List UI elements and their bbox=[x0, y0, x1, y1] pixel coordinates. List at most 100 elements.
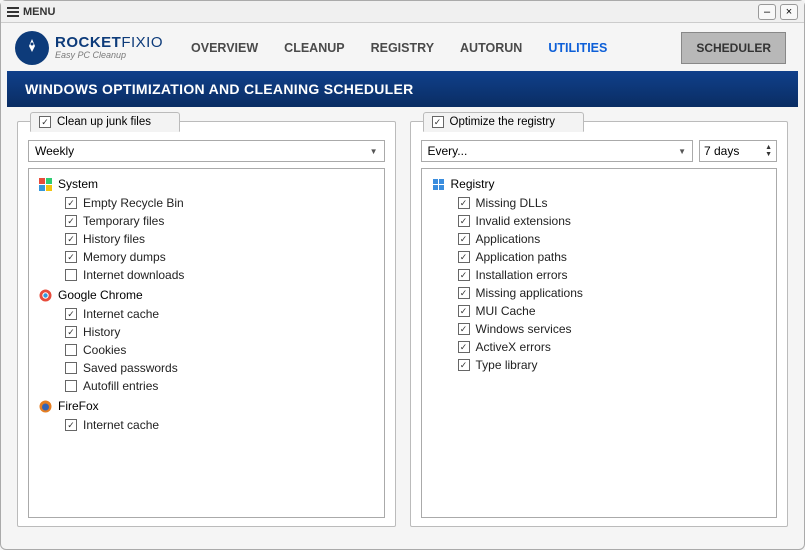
tree-item[interactable]: Internet cache bbox=[39, 416, 378, 434]
registry-tree[interactable]: Registry Missing DLLs Invalid extensions Ap… bbox=[421, 168, 778, 518]
tree-item[interactable]: Saved passwords bbox=[39, 359, 378, 377]
nav-overview[interactable]: OVERVIEW bbox=[191, 41, 258, 55]
tree-group-label: System bbox=[58, 177, 98, 191]
tree-item[interactable]: Autofill entries bbox=[39, 377, 378, 395]
tree-item-label: Internet cache bbox=[83, 418, 159, 432]
tree-item-checkbox[interactable] bbox=[65, 344, 77, 356]
tree-item[interactable]: Internet cache bbox=[39, 305, 378, 323]
registry-icon bbox=[432, 178, 445, 191]
tree-item-checkbox[interactable] bbox=[65, 197, 77, 209]
nav-utilities[interactable]: UTILITIES bbox=[548, 41, 607, 55]
registry-panel-tab[interactable]: Optimize the registry bbox=[423, 112, 584, 132]
tree-item-checkbox[interactable] bbox=[458, 341, 470, 353]
tree-item[interactable]: ActiveX errors bbox=[432, 338, 771, 356]
tree-item[interactable]: Invalid extensions bbox=[432, 212, 771, 230]
tree-item[interactable]: Temporary files bbox=[39, 212, 378, 230]
nav-cleanup[interactable]: CLEANUP bbox=[284, 41, 344, 55]
tree-item[interactable]: History bbox=[39, 323, 378, 341]
tree-item-checkbox[interactable] bbox=[458, 287, 470, 299]
banner-title: WINDOWS OPTIMIZATION AND CLEANING SCHEDU… bbox=[25, 81, 414, 97]
tree-group-header[interactable]: Registry bbox=[432, 177, 771, 191]
tree-item-checkbox[interactable] bbox=[458, 269, 470, 281]
nav-registry[interactable]: REGISTRY bbox=[371, 41, 434, 55]
tree-item-checkbox[interactable] bbox=[65, 326, 77, 338]
tree-item-label: Cookies bbox=[83, 343, 126, 357]
tree-item[interactable]: Installation errors bbox=[432, 266, 771, 284]
tree-item-checkbox[interactable] bbox=[65, 233, 77, 245]
tree-item[interactable]: Application paths bbox=[432, 248, 771, 266]
tree-group-header[interactable]: System bbox=[39, 177, 378, 191]
titlebar: MENU – × bbox=[1, 1, 804, 23]
tree-item-label: Memory dumps bbox=[83, 250, 166, 264]
tree-item-label: Invalid extensions bbox=[476, 214, 571, 228]
tree-item-checkbox[interactable] bbox=[458, 197, 470, 209]
tree-item-label: Type library bbox=[476, 358, 538, 372]
brand-tagline: Easy PC Cleanup bbox=[55, 51, 163, 60]
tree-item-checkbox[interactable] bbox=[458, 323, 470, 335]
registry-frequency-select[interactable]: Every... ▼ bbox=[421, 140, 694, 162]
menu-button[interactable]: MENU bbox=[7, 6, 55, 18]
registry-panel: Optimize the registry Every... ▼ 7 days … bbox=[410, 121, 789, 527]
registry-enable-checkbox[interactable] bbox=[432, 116, 444, 128]
scheduler-button[interactable]: SCHEDULER bbox=[681, 32, 786, 64]
firefox-icon bbox=[39, 400, 52, 413]
tree-group-header[interactable]: Google Chrome bbox=[39, 288, 378, 302]
minimize-button[interactable]: – bbox=[758, 4, 776, 20]
nav-autorun[interactable]: AUTORUN bbox=[460, 41, 522, 55]
tree-item[interactable]: Type library bbox=[432, 356, 771, 374]
tree-item-checkbox[interactable] bbox=[65, 215, 77, 227]
tree-group: System Empty Recycle Bin Temporary files Hi… bbox=[39, 177, 378, 284]
window-controls: – × bbox=[758, 4, 798, 20]
close-button[interactable]: × bbox=[780, 4, 798, 20]
tree-item-label: Temporary files bbox=[83, 214, 164, 228]
brand-bold: ROCKET bbox=[55, 34, 121, 51]
cleanup-tree[interactable]: System Empty Recycle Bin Temporary files Hi… bbox=[28, 168, 385, 518]
tree-item[interactable]: Missing DLLs bbox=[432, 194, 771, 212]
tree-item-checkbox[interactable] bbox=[458, 215, 470, 227]
tree-item-checkbox[interactable] bbox=[65, 251, 77, 263]
tree-item-checkbox[interactable] bbox=[458, 233, 470, 245]
tree-item-label: Missing applications bbox=[476, 286, 583, 300]
tree-item-label: Empty Recycle Bin bbox=[83, 196, 184, 210]
cleanup-panel-tab[interactable]: Clean up junk files bbox=[30, 112, 180, 132]
chrome-icon bbox=[39, 289, 52, 302]
tree-item-label: MUI Cache bbox=[476, 304, 536, 318]
tree-item[interactable]: Internet downloads bbox=[39, 266, 378, 284]
tree-item[interactable]: Empty Recycle Bin bbox=[39, 194, 378, 212]
cleanup-frequency-value: Weekly bbox=[35, 144, 74, 158]
tree-item-checkbox[interactable] bbox=[65, 380, 77, 392]
registry-days-stepper[interactable]: 7 days ▲▼ bbox=[699, 140, 777, 162]
tree-item-label: Application paths bbox=[476, 250, 567, 264]
tree-item-checkbox[interactable] bbox=[65, 308, 77, 320]
stepper-arrows-icon[interactable]: ▲▼ bbox=[765, 144, 772, 158]
app-logo: ROCKETFIXIO Easy PC Cleanup bbox=[15, 31, 163, 65]
tree-item-checkbox[interactable] bbox=[65, 362, 77, 374]
registry-panel-title: Optimize the registry bbox=[450, 116, 555, 128]
cleanup-enable-checkbox[interactable] bbox=[39, 116, 51, 128]
tree-group: Google Chrome Internet cache History Cookie… bbox=[39, 288, 378, 395]
tree-item-label: Internet cache bbox=[83, 307, 159, 321]
tree-group-header[interactable]: FireFox bbox=[39, 399, 378, 413]
tree-item-checkbox[interactable] bbox=[65, 419, 77, 431]
tree-item[interactable]: Windows services bbox=[432, 320, 771, 338]
tree-item-checkbox[interactable] bbox=[458, 305, 470, 317]
tree-item[interactable]: Cookies bbox=[39, 341, 378, 359]
tree-item-label: ActiveX errors bbox=[476, 340, 551, 354]
tree-item-checkbox[interactable] bbox=[458, 359, 470, 371]
tree-item-label: Missing DLLs bbox=[476, 196, 548, 210]
cleanup-frequency-select[interactable]: Weekly ▼ bbox=[28, 140, 385, 162]
tree-item-label: History files bbox=[83, 232, 145, 246]
tree-group: FireFox Internet cache bbox=[39, 399, 378, 434]
tree-item-checkbox[interactable] bbox=[65, 269, 77, 281]
tree-item[interactable]: MUI Cache bbox=[432, 302, 771, 320]
main-nav: OVERVIEW CLEANUP REGISTRY AUTORUN UTILIT… bbox=[191, 41, 607, 55]
rocket-icon bbox=[15, 31, 49, 65]
dropdown-icon: ▼ bbox=[678, 147, 686, 156]
page-banner: WINDOWS OPTIMIZATION AND CLEANING SCHEDU… bbox=[7, 71, 798, 107]
tree-item-checkbox[interactable] bbox=[458, 251, 470, 263]
tree-item[interactable]: Missing applications bbox=[432, 284, 771, 302]
tree-item[interactable]: Memory dumps bbox=[39, 248, 378, 266]
tree-item-label: Windows services bbox=[476, 322, 572, 336]
tree-item[interactable]: Applications bbox=[432, 230, 771, 248]
tree-item[interactable]: History files bbox=[39, 230, 378, 248]
